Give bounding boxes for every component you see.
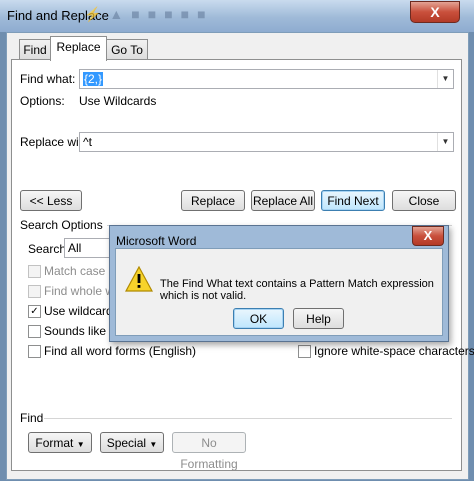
find-next-button[interactable]: Find Next — [321, 190, 385, 211]
options-label: Options: — [20, 94, 65, 108]
match-case-checkbox[interactable] — [28, 265, 41, 278]
find-what-label: Find what: — [20, 72, 76, 86]
tab-replace[interactable]: Replace — [50, 36, 107, 61]
chevron-down-icon[interactable]: ▼ — [437, 133, 453, 151]
find-what-value: {2,} — [83, 72, 104, 86]
search-direction-value: All — [68, 241, 82, 255]
dialog-message: The Find What text contains a Pattern Ma… — [160, 278, 434, 302]
special-button[interactable]: Special ▼ — [100, 432, 164, 453]
ignore-whitespace-label: Ignore white-space characters — [314, 344, 474, 358]
find-what-combobox[interactable]: {2,} ▼ — [79, 69, 454, 89]
dialog-close-button[interactable]: X — [412, 226, 444, 246]
error-dialog: Microsoft Word X The Find What text cont… — [109, 225, 449, 342]
search-options-header: Search Options — [20, 218, 103, 232]
sounds-like-checkbox[interactable] — [28, 325, 41, 338]
warning-icon — [125, 266, 153, 292]
find-section-header: Find — [20, 411, 44, 425]
format-button-label: Format — [35, 436, 74, 450]
help-button[interactable]: Help — [293, 308, 344, 329]
dialog-title: Microsoft Word — [116, 234, 197, 248]
format-button[interactable]: Format ▼ — [28, 432, 92, 453]
special-button-label: Special — [106, 436, 147, 450]
chevron-down-icon: ▼ — [76, 440, 85, 449]
find-all-word-forms-checkbox[interactable] — [28, 345, 41, 358]
divider — [44, 418, 452, 419]
chevron-down-icon[interactable]: ▼ — [437, 70, 453, 88]
options-value: Use Wildcards — [79, 94, 157, 108]
tab-go-to[interactable]: Go To — [106, 39, 148, 60]
replace-with-value: ^t — [83, 135, 92, 149]
dialog-body: The Find What text contains a Pattern Ma… — [115, 248, 443, 336]
close-button[interactable]: Close — [392, 190, 456, 211]
find-whole-words-checkbox[interactable] — [28, 285, 41, 298]
replace-button[interactable]: Replace — [181, 190, 245, 211]
chevron-down-icon: ▼ — [149, 440, 158, 449]
background-toolbar-icons: ⚡▲■■■■■ — [84, 6, 214, 22]
window-close-button[interactable]: X — [410, 1, 460, 23]
no-formatting-button[interactable]: No Formatting — [172, 432, 246, 471]
title-bar: Find and Replace ⚡▲■■■■■ X — [0, 0, 474, 32]
replace-with-combobox[interactable]: ^t ▼ — [79, 132, 454, 152]
tab-find[interactable]: Find — [19, 39, 51, 60]
find-all-word-forms-label: Find all word forms (English) — [44, 344, 197, 358]
match-case-label: Match case — [44, 264, 106, 278]
ignore-whitespace-checkbox[interactable] — [298, 345, 311, 358]
less-button[interactable]: << Less — [20, 190, 82, 211]
use-wildcards-checkbox[interactable]: ✓ — [28, 305, 41, 318]
replace-all-button[interactable]: Replace All — [251, 190, 315, 211]
ok-button[interactable]: OK — [233, 308, 284, 329]
use-wildcards-label: Use wildcards — [44, 304, 119, 318]
